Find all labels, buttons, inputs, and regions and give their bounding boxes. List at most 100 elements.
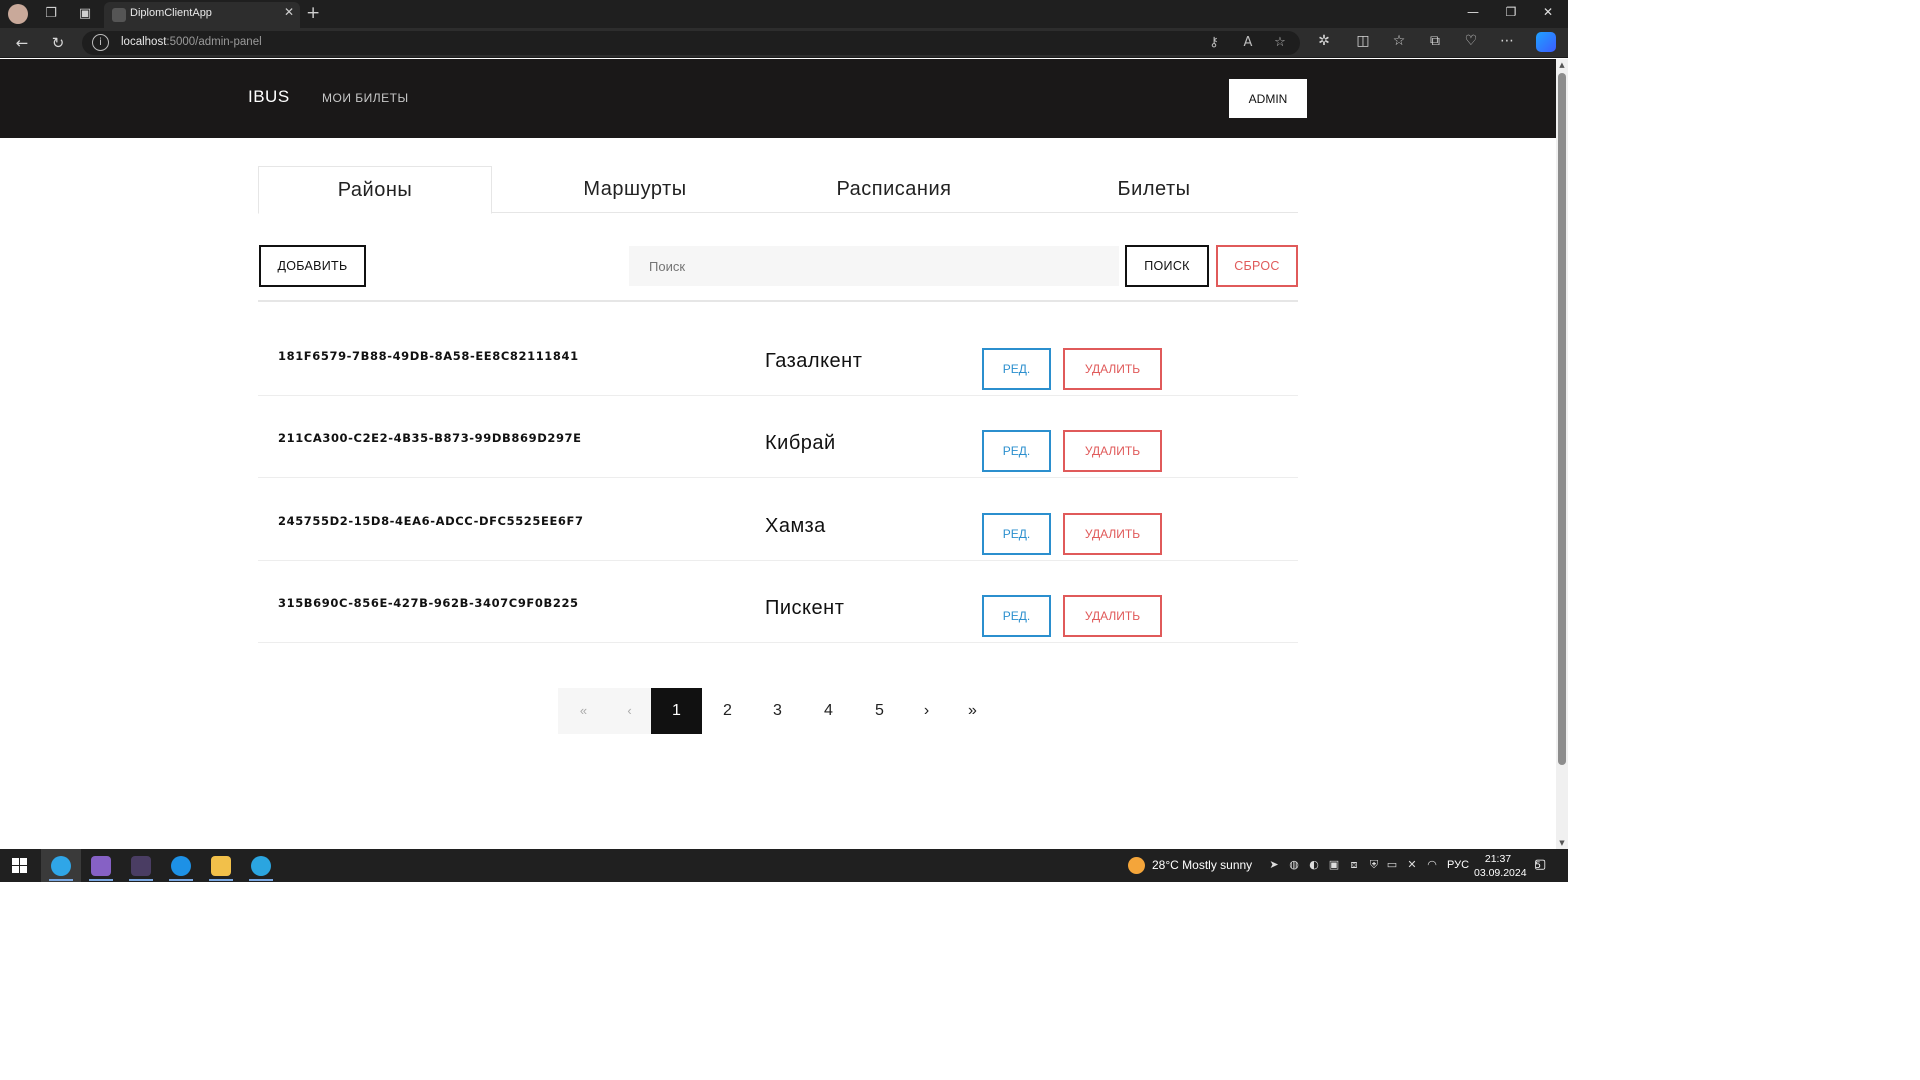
edge-taskbar-icon[interactable] [41,849,81,882]
add-button[interactable]: ДОБАВИТЬ [259,245,366,287]
volume-muted-icon[interactable]: ✕ [1404,858,1420,871]
more-options-icon[interactable]: ⋯ [1497,33,1517,49]
edit-button[interactable]: РЕД. [982,430,1051,472]
favorites-icon[interactable]: ☆ [1389,33,1409,49]
running-indicator [209,879,233,881]
pagination-page[interactable]: 5 [854,688,905,734]
defender-icon[interactable]: ⛨ [1366,858,1382,872]
pagination-next[interactable]: › [901,688,952,734]
docker-icon [171,856,191,876]
pagination-page[interactable]: 1 [651,688,702,734]
telegram-taskbar-icon[interactable] [241,849,281,882]
admin-tabs: Районы Маршурты Расписания Билеты [258,166,1298,214]
delete-button[interactable]: УДАЛИТЬ [1063,513,1162,555]
clock-time: 21:37 [1484,853,1512,865]
running-indicator [129,879,153,881]
delete-button[interactable]: УДАЛИТЬ [1063,430,1162,472]
nvidia-icon[interactable]: ▣ [1326,858,1342,871]
new-tab-icon[interactable]: + [306,3,320,23]
tab-favicon-icon [112,8,126,22]
reset-button[interactable]: СБРОС [1216,245,1298,287]
scroll-thumb[interactable] [1558,73,1566,765]
start-tile [12,866,19,873]
close-tab-icon[interactable]: ✕ [284,5,294,19]
pagination-page[interactable]: 3 [752,688,803,734]
battery-icon[interactable]: ▭ [1384,858,1400,871]
scroll-up-icon[interactable]: ▲ [1558,61,1566,69]
site-header: IBUS МОИ БИЛЕТЫ ADMIN [0,59,1556,138]
pagination-page[interactable]: 2 [702,688,753,734]
weather-text[interactable]: 28°C Mostly sunny [1152,858,1252,872]
tab-districts[interactable]: Районы [258,166,492,214]
url-field[interactable]: i localhost:5000/admin-panel ⚷ A ☆ [82,31,1300,55]
workspaces-icon[interactable]: ❐ [42,5,60,23]
telegram-tray-icon[interactable]: ➤ [1266,858,1282,871]
browser-addressbar: ← ↻ i localhost:5000/admin-panel ⚷ A ☆ ✲… [0,28,1568,58]
edit-button[interactable]: РЕД. [982,513,1051,555]
tab-routes[interactable]: Маршурты [518,166,752,213]
clock[interactable]: 21:37 03.09.2024 [1474,852,1527,880]
pagination-page[interactable]: 4 [803,688,854,734]
tray-app-icon[interactable]: ⧈ [1346,858,1362,872]
delete-button[interactable]: УДАЛИТЬ [1063,595,1162,637]
restore-icon[interactable]: ❐ [1501,5,1521,19]
read-aloud-icon[interactable]: A [1238,35,1258,50]
docker-taskbar-icon[interactable] [161,849,201,882]
tray-app-icon[interactable]: ◍ [1286,858,1302,871]
nav-my-tickets[interactable]: МОИ БИЛЕТЫ [322,91,409,105]
tab-actions-icon[interactable]: ▣ [76,5,94,23]
wifi-icon[interactable]: ◠ [1424,858,1440,871]
row-id: 211CA300-C2E2-4B35-B873-99DB869D297E [278,431,582,445]
language-indicator[interactable]: РУС [1447,859,1469,871]
split-screen-icon[interactable]: ◫ [1353,33,1373,49]
weather-icon[interactable] [1128,857,1145,874]
window-close-icon[interactable]: ✕ [1538,5,1558,19]
row-id: 315B690C-856E-427B-962B-3407C9F0B225 [278,596,579,610]
pagination-prev[interactable]: ‹ [604,688,655,734]
tab-tickets[interactable]: Билеты [1037,166,1271,213]
browser-tabbar: ❐ ▣ DiplomClientApp ✕ + — ❐ ✕ [0,0,1568,28]
search-button[interactable]: ПОИСК [1125,245,1209,287]
visual-studio-icon [91,856,111,876]
edit-button[interactable]: РЕД. [982,348,1051,390]
row-name: Газалкент [765,350,863,372]
clock-date: 03.09.2024 [1474,867,1527,879]
notification-count: 5 [1535,861,1542,871]
notifications-icon[interactable]: ▢5 [1534,857,1546,872]
refresh-icon[interactable]: ↻ [48,33,68,53]
favorite-star-icon[interactable]: ☆ [1270,35,1290,50]
windows-start-icon[interactable] [12,858,27,873]
admin-button[interactable]: ADMIN [1229,79,1307,118]
start-tile [12,858,19,865]
site-info-icon[interactable]: i [92,34,109,51]
terminal-taskbar-icon[interactable] [121,849,161,882]
minimize-icon[interactable]: — [1463,5,1483,19]
browser-tab[interactable]: DiplomClientApp ✕ [104,2,300,28]
page-scrollbar[interactable]: ▲ ▼ [1556,59,1568,849]
file-explorer-taskbar-icon[interactable] [201,849,241,882]
copilot-icon[interactable] [1536,32,1556,52]
extensions-icon[interactable]: ✲ [1314,33,1334,49]
row-id: 245755D2-15D8-4EA6-ADCC-DFC5525EE6F7 [278,514,584,528]
start-tile [20,858,27,865]
browser-essentials-icon[interactable]: ♡ [1461,33,1481,49]
pagination-last[interactable]: » [947,688,998,734]
folder-icon [211,856,231,876]
brand-logo[interactable]: IBUS [248,87,290,107]
key-icon[interactable]: ⚷ [1204,35,1224,50]
row-id: 181F6579-7B88-49DB-8A58-EE8C82111841 [278,349,579,363]
tab-schedules[interactable]: Расписания [777,166,1011,213]
visual-studio-taskbar-icon[interactable] [81,849,121,882]
back-icon[interactable]: ← [12,33,32,53]
pagination-first[interactable]: « [558,688,609,734]
active-indicator [49,879,73,881]
search-input[interactable] [629,246,1119,286]
collections-icon[interactable]: ⧉ [1425,33,1445,49]
table-row: 181F6579-7B88-49DB-8A58-EE8C82111841 Газ… [258,314,1298,396]
edit-button[interactable]: РЕД. [982,595,1051,637]
tray-app-icon[interactable]: ◐ [1306,858,1322,871]
url-path: :5000/admin-panel [166,36,262,48]
scroll-down-icon[interactable]: ▼ [1558,839,1566,847]
profile-avatar[interactable] [8,4,28,24]
delete-button[interactable]: УДАЛИТЬ [1063,348,1162,390]
